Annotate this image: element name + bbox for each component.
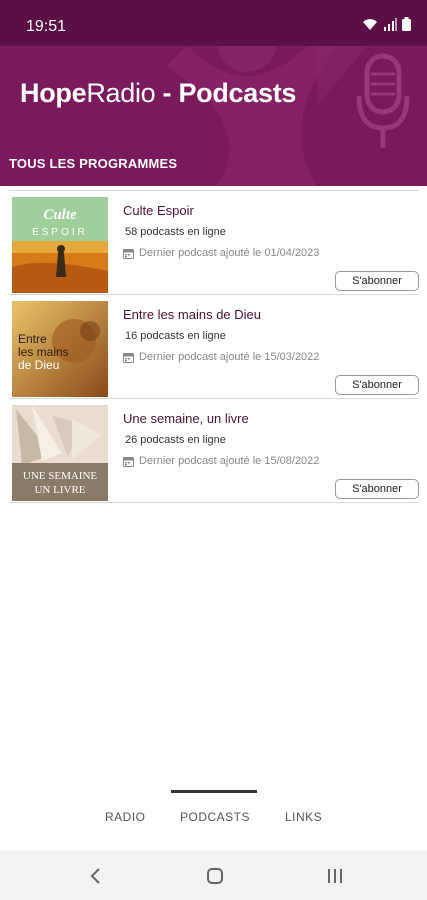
program-date-text: Dernier podcast ajouté le 15/03/2022: [139, 351, 320, 363]
signal-icon: [384, 18, 397, 31]
recents-icon[interactable]: [326, 867, 344, 885]
program-count: 26 podcasts en ligne: [125, 434, 226, 446]
tab-podcasts[interactable]: PODCASTS: [180, 810, 250, 824]
program-count: 58 podcasts en ligne: [125, 226, 226, 238]
thumb-text: ESPOIR: [32, 227, 88, 238]
program-date: Dernier podcast ajouté le 15/08/2022: [123, 455, 319, 467]
header-decoration: [167, 46, 410, 186]
thumb-text: UNE SEMAINE: [23, 470, 98, 482]
bottom-tabs: RADIO PODCASTS LINKS: [0, 790, 427, 848]
program-title: Culte Espoir: [123, 203, 194, 218]
subscribe-button[interactable]: S'abonner: [335, 375, 419, 395]
battery-icon: [402, 17, 411, 31]
program-date: Dernier podcast ajouté le 15/03/2022: [123, 351, 319, 363]
program-thumbnail: Culte ESPOIR: [12, 197, 108, 293]
program-count: 16 podcasts en ligne: [125, 330, 226, 342]
thumb-text: Culte: [43, 207, 77, 223]
calendar-icon: [123, 456, 134, 467]
back-icon[interactable]: [88, 867, 104, 885]
system-nav-bar: [0, 850, 427, 900]
title-brand-regular: Radio: [86, 78, 156, 108]
program-thumbnail: UNE SEMAINE UN LIVRE: [12, 405, 108, 501]
program-item-une-semaine[interactable]: UNE SEMAINE UN LIVRE Une semaine, un liv…: [9, 399, 419, 503]
program-date: Dernier podcast ajouté le 01/04/2023: [123, 247, 319, 259]
active-tab-indicator: [171, 790, 257, 793]
title-brand-bold: Hope: [20, 78, 87, 108]
status-time: 19:51: [26, 18, 67, 35]
program-item-entre-les-mains[interactable]: Entre les mains de Dieu Entre les mains …: [9, 295, 419, 399]
microphone-icon: [356, 53, 410, 148]
tab-radio[interactable]: RADIO: [105, 810, 146, 824]
page-title: HopeRadio - Podcasts: [20, 78, 296, 109]
subscribe-button[interactable]: S'abonner: [335, 479, 419, 499]
thumb-text: de Dieu: [18, 358, 59, 372]
program-item-culte-espoir[interactable]: Culte ESPOIR Culte Espoir 58 podcasts en…: [9, 191, 419, 295]
thumb-text: UN LIVRE: [34, 484, 85, 496]
thumb-text: les mains: [18, 345, 69, 359]
wifi-icon: [363, 19, 377, 30]
calendar-icon: [123, 352, 134, 363]
program-date-text: Dernier podcast ajouté le 01/04/2023: [139, 247, 320, 259]
status-bar: 19:51: [0, 0, 427, 46]
app-header: HopeRadio - Podcasts TOUS LES PROGRAMMES: [0, 46, 427, 186]
subscribe-button[interactable]: S'abonner: [335, 271, 419, 291]
section-title: TOUS LES PROGRAMMES: [9, 156, 178, 171]
thumb-text: Entre: [18, 332, 47, 346]
home-icon[interactable]: [206, 867, 224, 885]
tab-links[interactable]: LINKS: [285, 810, 322, 824]
program-thumbnail: Entre les mains de Dieu: [12, 301, 108, 397]
program-title: Entre les mains de Dieu: [123, 307, 262, 322]
program-date-text: Dernier podcast ajouté le 15/08/2022: [139, 455, 320, 467]
title-suffix: - Podcasts: [155, 78, 297, 108]
calendar-icon: [123, 248, 134, 259]
status-icons: [362, 17, 411, 31]
program-list: Culte ESPOIR Culte Espoir 58 podcasts en…: [9, 190, 419, 503]
program-title: Une semaine, un livre: [123, 411, 249, 426]
